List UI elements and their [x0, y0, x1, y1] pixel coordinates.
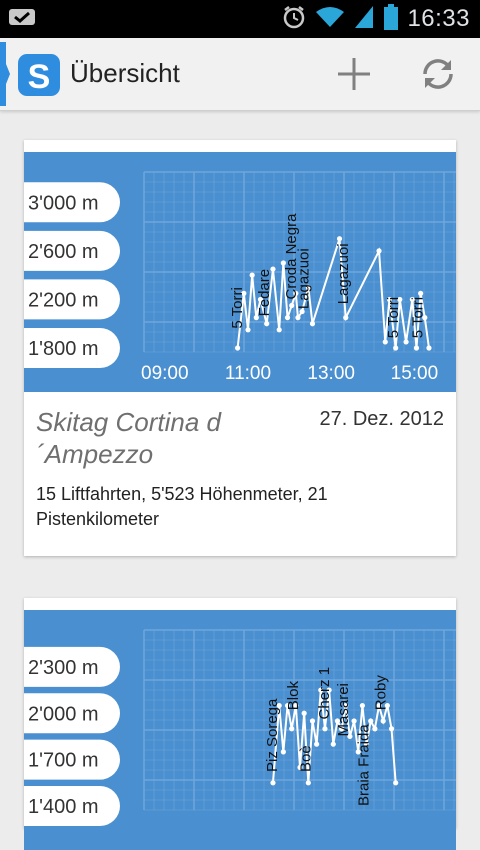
refresh-icon — [423, 59, 453, 89]
data-point — [372, 726, 378, 732]
data-point — [245, 327, 251, 333]
page-title: Übersicht — [70, 58, 180, 88]
ski-day-card[interactable]: Piz Sorega Blok Boè Cherz 1 Masarei Braia Fra… — [24, 598, 456, 850]
data-point — [382, 339, 388, 345]
data-point — [309, 321, 316, 327]
lift-label: Lagazuoi — [295, 248, 312, 309]
alarm-icon — [281, 4, 307, 35]
altitude-chart: 5 Torri Fedare Croda NegraLagazuoi Lagazuoi… — [24, 152, 456, 392]
lift-label: Braia Fraida — [356, 724, 373, 806]
x-tick-label: 15:00 — [391, 363, 439, 384]
clock: 16:33 — [407, 5, 470, 32]
data-point — [276, 327, 282, 333]
card-title: Skitag Cortina d´Ampezzo — [36, 407, 221, 469]
data-point — [280, 749, 286, 755]
lift-label: 5 Torri — [385, 297, 402, 338]
data-point — [403, 339, 409, 345]
data-point — [413, 345, 420, 351]
logo-letter: S — [28, 58, 51, 96]
data-point — [289, 726, 295, 732]
y-tick-label: 2'000 m — [28, 703, 99, 725]
status-bar: 16:33 — [0, 0, 480, 38]
x-tick-label: 09:00 — [141, 363, 189, 384]
data-point — [330, 741, 336, 747]
lift-label: Fedare — [256, 269, 273, 317]
data-point — [322, 726, 328, 732]
lift-label: Cherz 1 — [316, 667, 333, 720]
data-point — [305, 780, 311, 786]
data-point — [336, 236, 343, 242]
x-tick-label: 13:00 — [307, 363, 355, 384]
data-point — [351, 718, 357, 724]
action-bar: S Übersicht — [0, 38, 480, 111]
y-tick-label: 2'300 m — [28, 657, 99, 679]
data-point — [301, 710, 307, 716]
data-point — [426, 345, 432, 351]
y-tick-label: 1'700 m — [28, 750, 99, 772]
data-point — [309, 718, 316, 724]
battery-icon — [383, 3, 399, 36]
data-point — [270, 780, 276, 786]
data-point — [295, 315, 301, 321]
lift-label: Blok — [285, 681, 302, 711]
up-indicator[interactable] — [0, 42, 10, 106]
y-tick-label: 1'800 m — [28, 338, 99, 360]
y-tick-label: 2'600 m — [28, 241, 99, 263]
data-point — [289, 302, 295, 309]
x-tick-label: 11:00 — [225, 363, 271, 384]
data-point — [359, 702, 365, 709]
data-point — [249, 272, 255, 278]
add-icon — [338, 58, 370, 90]
data-point — [284, 315, 291, 321]
data-point — [343, 315, 349, 321]
refresh-button[interactable] — [416, 52, 460, 96]
ski-day-card[interactable]: 5 Torri Fedare Croda Negra Lagazuoi Lagazuoi… — [24, 140, 456, 556]
notification-icon — [8, 8, 38, 28]
y-tick-label: 1'400 m — [28, 796, 99, 818]
lift-label: 5 Torri — [229, 287, 246, 328]
y-tick-label: 2'200 m — [28, 289, 99, 311]
data-point — [376, 248, 382, 254]
app-logo[interactable]: S — [17, 53, 61, 97]
data-point — [235, 345, 241, 351]
lift-label: Lagazuoi — [335, 243, 352, 304]
add-button[interactable] — [332, 52, 376, 96]
lift-label: Roby — [372, 675, 389, 711]
signal-icon — [353, 4, 375, 35]
lift-label: Masarei — [335, 683, 352, 736]
lift-label: Boè — [297, 745, 314, 772]
data-point — [380, 718, 386, 724]
data-point — [393, 345, 399, 351]
data-point — [368, 718, 374, 724]
data-point — [264, 321, 270, 327]
data-point — [418, 290, 424, 296]
lift-label: Piz Sorega — [264, 698, 281, 772]
wifi-icon — [315, 5, 345, 34]
card-summary: 15 Liftfahrten, 5'523 Höhenmeter, 21 Pis… — [36, 484, 328, 529]
data-point — [393, 780, 399, 786]
y-tick-label: 3'000 m — [28, 192, 99, 214]
data-point — [388, 726, 395, 732]
altitude-chart: Piz SoregaBlok Boè Cherz 1 MasareiBraia Fra… — [24, 610, 456, 850]
data-point — [314, 741, 320, 747]
card-date: 27. Dez. 2012 — [319, 408, 444, 430]
lift-label: 5 Torri — [410, 297, 427, 338]
